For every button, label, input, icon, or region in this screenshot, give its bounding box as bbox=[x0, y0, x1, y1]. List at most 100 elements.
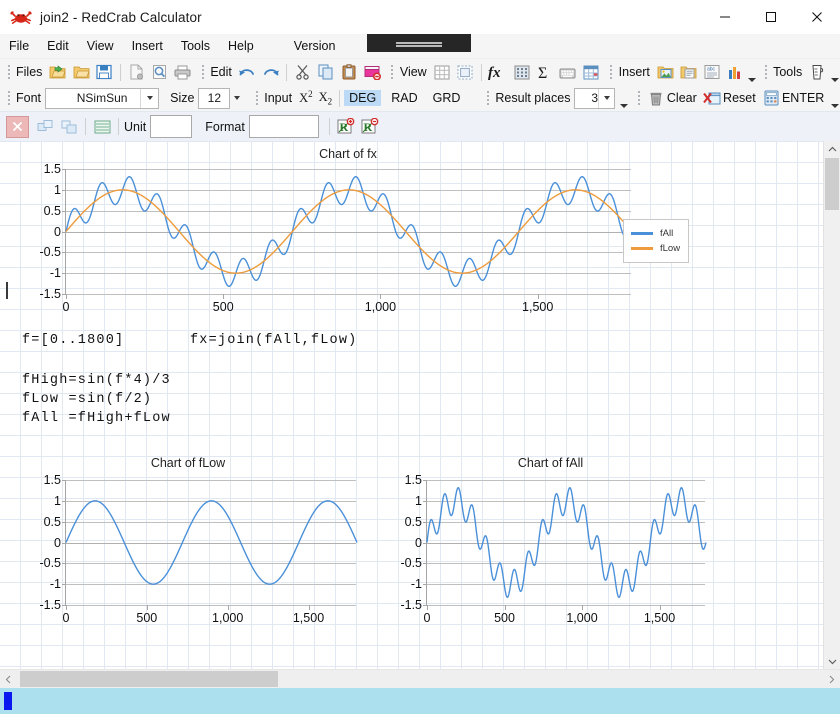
chevron-down-icon[interactable] bbox=[598, 88, 614, 108]
insert-note-icon[interactable] bbox=[678, 61, 699, 83]
red-x-icon[interactable] bbox=[6, 115, 29, 138]
chart-x-tick bbox=[223, 294, 225, 299]
horizontal-scrollbar[interactable] bbox=[0, 669, 840, 688]
actions-overflow-button[interactable] bbox=[830, 88, 840, 109]
chart-of-flow[interactable]: Chart of fLow -1.5 -1 -0.5 0 0.5 1 1.5 0 500 1,00… bbox=[18, 456, 363, 636]
delete-block-icon[interactable] bbox=[362, 61, 383, 83]
formula-fall[interactable]: fAll =fHigh+fLow bbox=[22, 411, 171, 426]
print-icon[interactable] bbox=[172, 61, 193, 83]
unit-input[interactable] bbox=[150, 115, 193, 138]
tools-overflow-button[interactable] bbox=[829, 62, 840, 83]
superscript-button[interactable]: X2 bbox=[296, 89, 316, 106]
size-select[interactable]: 12 bbox=[198, 87, 231, 109]
insert-image-icon[interactable] bbox=[655, 61, 676, 83]
chart-x-tick bbox=[66, 605, 67, 610]
scroll-left-button[interactable] bbox=[0, 670, 17, 688]
chevron-down-icon[interactable] bbox=[230, 89, 244, 108]
minimize-button[interactable] bbox=[702, 0, 748, 34]
toolbar-grip-font[interactable] bbox=[4, 89, 13, 107]
undo-icon[interactable] bbox=[237, 61, 258, 83]
toolbar-grip-input[interactable] bbox=[252, 89, 261, 107]
worksheet-canvas[interactable]: Chart of fx -1.5 -1 -0.5 0 0.5 1 1.5 0 500 1,000 1… bbox=[0, 141, 823, 669]
chart-y-tick-label: 1 bbox=[415, 493, 422, 508]
angle-mode-rad[interactable]: RAD bbox=[386, 90, 422, 106]
menu-bar: File Edit View Insert Tools Help Version bbox=[0, 34, 840, 59]
insert-text-icon[interactable]: abc bbox=[701, 61, 722, 83]
menu-version[interactable]: Version bbox=[285, 34, 345, 58]
reset-button[interactable]: Reset bbox=[723, 91, 756, 105]
scroll-up-button[interactable] bbox=[824, 141, 840, 157]
redo-icon[interactable] bbox=[260, 61, 281, 83]
chart-x-tick bbox=[504, 605, 506, 610]
angle-mode-deg[interactable]: DEG bbox=[344, 90, 382, 106]
menu-file[interactable]: File bbox=[0, 34, 38, 58]
open-folder-green-icon[interactable] bbox=[47, 61, 68, 83]
insert-chart-icon[interactable] bbox=[724, 61, 745, 83]
folder-yellow-icon[interactable] bbox=[71, 61, 92, 83]
toolbar-grip-files[interactable] bbox=[4, 63, 13, 81]
maximize-button[interactable] bbox=[748, 0, 794, 34]
toolbar-grip-insert[interactable] bbox=[607, 63, 616, 81]
toolbar-grip-result[interactable] bbox=[483, 89, 492, 107]
chart-x-tick bbox=[380, 294, 382, 299]
vertical-scrollbar[interactable] bbox=[823, 141, 840, 669]
scroll-down-button[interactable] bbox=[824, 653, 840, 669]
paste-icon[interactable] bbox=[339, 61, 360, 83]
angle-mode-grd[interactable]: GRD bbox=[428, 90, 466, 106]
fx-function-icon[interactable]: fx bbox=[487, 61, 509, 83]
lines-icon[interactable] bbox=[91, 116, 113, 138]
size-value: 12 bbox=[207, 91, 222, 105]
horizontal-scrollbar-thumb[interactable] bbox=[20, 671, 278, 687]
menu-view[interactable]: View bbox=[78, 34, 123, 58]
save-disk-icon[interactable] bbox=[94, 61, 115, 83]
insert-overflow-button[interactable] bbox=[747, 62, 758, 83]
font-select[interactable]: NSimSun bbox=[45, 87, 160, 109]
formula-fx-join[interactable]: fx=join(fAll,fLow) bbox=[190, 333, 357, 348]
close-button[interactable] bbox=[794, 0, 840, 34]
result-places-select[interactable]: 3 bbox=[574, 87, 615, 109]
menu-tools[interactable]: Tools bbox=[172, 34, 219, 58]
result-overflow-button[interactable] bbox=[619, 88, 629, 109]
matrix-icon[interactable] bbox=[511, 61, 532, 83]
subscript-button[interactable]: X2 bbox=[316, 90, 336, 107]
toolbar-grip-view[interactable] bbox=[388, 63, 397, 81]
frame-icon[interactable] bbox=[455, 61, 476, 83]
formula-f-range[interactable]: f=[0..1800] bbox=[22, 333, 124, 348]
table-icon[interactable] bbox=[580, 61, 601, 83]
legend-color-swatch bbox=[631, 232, 653, 235]
scroll-right-button[interactable] bbox=[823, 670, 840, 688]
format-input[interactable] bbox=[248, 115, 319, 138]
keyboard-icon[interactable] bbox=[557, 61, 578, 83]
formula-fhigh[interactable]: fHigh=sin(f*4)/3 bbox=[22, 373, 171, 388]
chart-title: Chart of fx bbox=[319, 147, 377, 161]
red-x-window-icon[interactable] bbox=[703, 87, 722, 109]
menu-insert[interactable]: Insert bbox=[123, 34, 172, 58]
formula-flow[interactable]: fLow =sin(f/2) bbox=[22, 392, 152, 407]
sigma-sum-icon[interactable]: Σ bbox=[534, 61, 555, 83]
clear-button[interactable]: Clear bbox=[667, 91, 697, 105]
calculator-icon[interactable] bbox=[762, 87, 781, 109]
chevron-down-icon[interactable] bbox=[140, 88, 159, 108]
measuring-cup-icon[interactable] bbox=[807, 61, 828, 83]
toolbar-group-label-view: View bbox=[399, 65, 427, 79]
toolbar-overflow-handle[interactable] bbox=[367, 34, 471, 52]
enter-button[interactable]: ENTER bbox=[782, 91, 824, 105]
new-document-icon[interactable] bbox=[126, 61, 147, 83]
grid-icon[interactable] bbox=[432, 61, 453, 83]
chart-of-fx[interactable]: Chart of fx -1.5 -1 -0.5 0 0.5 1 1.5 0 500 1,000 1… bbox=[18, 147, 690, 317]
toolbar-grip-actions[interactable] bbox=[635, 89, 644, 107]
menu-edit[interactable]: Edit bbox=[38, 34, 78, 58]
vertical-scrollbar-thumb[interactable] bbox=[825, 158, 839, 210]
print-preview-icon[interactable] bbox=[149, 61, 170, 83]
trash-icon[interactable] bbox=[647, 87, 666, 109]
toolbar-grip-edit[interactable] bbox=[198, 63, 207, 81]
menu-help[interactable]: Help bbox=[219, 34, 263, 58]
cut-scissors-icon[interactable] bbox=[292, 61, 313, 83]
ungroup-objects-icon bbox=[58, 116, 80, 138]
toolbar-grip-tools[interactable] bbox=[761, 63, 770, 81]
chart-of-fall[interactable]: Chart of fAll -1.5 -1 -0.5 0 0.5 1 1.5 0 500 1,00… bbox=[383, 456, 723, 636]
copy-icon[interactable] bbox=[315, 61, 336, 83]
toolbar-separator bbox=[119, 63, 121, 81]
add-region-icon[interactable]: R bbox=[335, 116, 357, 138]
remove-region-icon[interactable]: R bbox=[359, 116, 381, 138]
